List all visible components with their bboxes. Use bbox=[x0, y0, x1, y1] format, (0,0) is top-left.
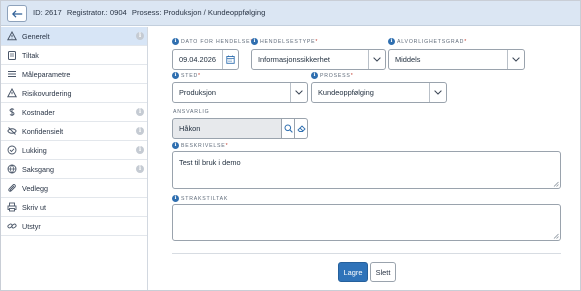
record-meta: ID: 2617 Registrator.: 0904 Prosess: Pro… bbox=[33, 8, 268, 17]
calendar-button[interactable] bbox=[222, 50, 238, 69]
paperclip-icon bbox=[7, 183, 17, 193]
strakstiltak-label: i STRAKSTILTAK bbox=[172, 195, 228, 202]
sidebar-item-risikovurdering[interactable]: Risikovurdering bbox=[1, 84, 147, 103]
back-arrow-icon bbox=[11, 9, 22, 18]
sted-value: Produksjon bbox=[179, 88, 216, 97]
search-icon bbox=[284, 124, 293, 133]
dato-field[interactable]: 09.04.2026 bbox=[172, 49, 239, 70]
clear-user-button[interactable] bbox=[294, 118, 308, 139]
dropdown-toggle[interactable] bbox=[368, 50, 385, 69]
sidebar-item-konfidensielt[interactable]: Konfidensielt i bbox=[1, 122, 147, 141]
prosess-select[interactable]: Kundeoppfølging bbox=[311, 82, 447, 103]
resize-handle-icon[interactable] bbox=[553, 181, 559, 187]
info-icon[interactable]: i bbox=[172, 142, 179, 149]
sidebar-item-tiltak[interactable]: Tiltak bbox=[1, 46, 147, 65]
record-header: ID: 2617 Registrator.: 0904 Prosess: Pro… bbox=[1, 1, 580, 26]
info-icon[interactable]: i bbox=[136, 32, 144, 40]
sidebar-item-label: Lukking bbox=[22, 145, 47, 155]
sidebar-item-label: Måleparametre bbox=[22, 69, 71, 79]
info-icon[interactable]: i bbox=[251, 38, 258, 45]
sidebar-item-maleparametre[interactable]: Måleparametre bbox=[1, 65, 147, 84]
hendelsestype-label: i HENDELSESTYPE * bbox=[251, 38, 318, 45]
sidebar-item-label: Saksgang bbox=[22, 164, 54, 174]
resize-handle-icon[interactable] bbox=[553, 233, 559, 239]
dato-value: 09.04.2026 bbox=[179, 55, 216, 64]
info-icon[interactable]: i bbox=[172, 72, 179, 79]
sidebar-item-label: Skriv ut bbox=[22, 202, 46, 212]
beskrivelse-label: i BESKRIVELSE * bbox=[172, 142, 228, 149]
sidebar-item-label: Risikovurdering bbox=[22, 88, 72, 98]
info-icon[interactable]: i bbox=[172, 195, 179, 202]
ansvarlig-label: ANSVARLIG bbox=[173, 109, 210, 115]
sidebar-item-label: Generelt bbox=[22, 31, 50, 41]
strakstiltak-textarea[interactable] bbox=[172, 204, 561, 241]
warning-icon bbox=[7, 88, 17, 98]
info-icon[interactable]: i bbox=[136, 108, 144, 116]
search-user-button[interactable] bbox=[281, 118, 295, 139]
globe-icon bbox=[7, 164, 17, 174]
info-icon[interactable]: i bbox=[388, 38, 395, 45]
sidebar-item-label: Kostnader bbox=[22, 107, 55, 117]
warning-triangle-icon bbox=[7, 31, 17, 41]
dollar-icon bbox=[7, 107, 17, 117]
dropdown-toggle[interactable] bbox=[290, 83, 307, 102]
clipboard-icon bbox=[7, 50, 17, 60]
alvorlighetsgrad-label: i ALVORLIGHETSGRAD * bbox=[388, 38, 467, 45]
hendelsestype-select[interactable]: Informasjonssikkerhet bbox=[251, 49, 386, 70]
check-circle-icon bbox=[7, 145, 17, 155]
prosess-label: i PROSESS * bbox=[311, 72, 354, 79]
sidebar-item-saksgang[interactable]: Saksgang i bbox=[1, 160, 147, 179]
sidebar-item-label: Vedlegg bbox=[22, 183, 48, 193]
dato-label: i DATO FOR HENDELSE* bbox=[172, 38, 253, 45]
eraser-icon bbox=[296, 125, 306, 132]
calendar-icon bbox=[226, 55, 235, 64]
info-icon[interactable]: i bbox=[136, 127, 144, 135]
sidebar-item-label: Utstyr bbox=[22, 221, 41, 231]
sidebar-item-generelt[interactable]: Generelt i bbox=[1, 27, 147, 46]
form-divider bbox=[172, 253, 561, 254]
beskrivelse-value: Test til bruk i demo bbox=[179, 158, 241, 167]
sidebar-item-skriv-ut[interactable]: Skriv ut bbox=[1, 198, 147, 217]
info-icon[interactable]: i bbox=[136, 146, 144, 154]
dropdown-toggle[interactable] bbox=[429, 83, 446, 102]
info-icon[interactable]: i bbox=[311, 72, 318, 79]
ansvarlig-value: Håkon bbox=[179, 124, 201, 133]
sidebar: Generelt i Tiltak Måleparametre Risikovu… bbox=[1, 27, 148, 290]
sidebar-item-kostnader[interactable]: Kostnader i bbox=[1, 103, 147, 122]
chevron-down-icon bbox=[295, 90, 303, 95]
delete-button[interactable]: Slett bbox=[370, 262, 396, 282]
sidebar-item-label: Konfidensielt bbox=[22, 126, 64, 136]
dropdown-toggle[interactable] bbox=[507, 50, 524, 69]
save-button[interactable]: Lagre bbox=[338, 262, 368, 282]
prosess-value: Kundeoppfølging bbox=[318, 88, 374, 97]
printer-icon bbox=[7, 202, 17, 212]
ansvarlig-field[interactable]: Håkon bbox=[172, 118, 282, 139]
chevron-down-icon bbox=[512, 57, 520, 62]
info-icon[interactable]: i bbox=[136, 165, 144, 173]
sidebar-item-utstyr[interactable]: Utstyr bbox=[1, 217, 147, 236]
info-icon[interactable]: i bbox=[172, 38, 179, 45]
hendelsestype-value: Informasjonssikkerhet bbox=[258, 55, 330, 64]
list-icon bbox=[7, 69, 17, 79]
sidebar-item-vedlegg[interactable]: Vedlegg bbox=[1, 179, 147, 198]
eye-off-icon bbox=[7, 126, 17, 136]
chevron-down-icon bbox=[434, 90, 442, 95]
alvorlighetsgrad-select[interactable]: Middels bbox=[388, 49, 525, 70]
record-prosess: Prosess: Produksjon / Kundeoppfølging bbox=[131, 8, 266, 17]
sted-label: i STED * bbox=[172, 72, 201, 79]
chevron-down-icon bbox=[373, 57, 381, 62]
record-id: ID: 2617 bbox=[33, 8, 62, 17]
record-registrator: Registrator.: 0904 bbox=[66, 8, 127, 17]
back-button[interactable] bbox=[7, 5, 27, 22]
sidebar-item-label: Tiltak bbox=[22, 50, 39, 60]
link-icon bbox=[7, 221, 17, 231]
alvorlighetsgrad-value: Middels bbox=[395, 55, 421, 64]
sidebar-item-lukking[interactable]: Lukking i bbox=[1, 141, 147, 160]
sted-select[interactable]: Produksjon bbox=[172, 82, 308, 103]
beskrivelse-textarea[interactable]: Test til bruk i demo bbox=[172, 151, 561, 189]
